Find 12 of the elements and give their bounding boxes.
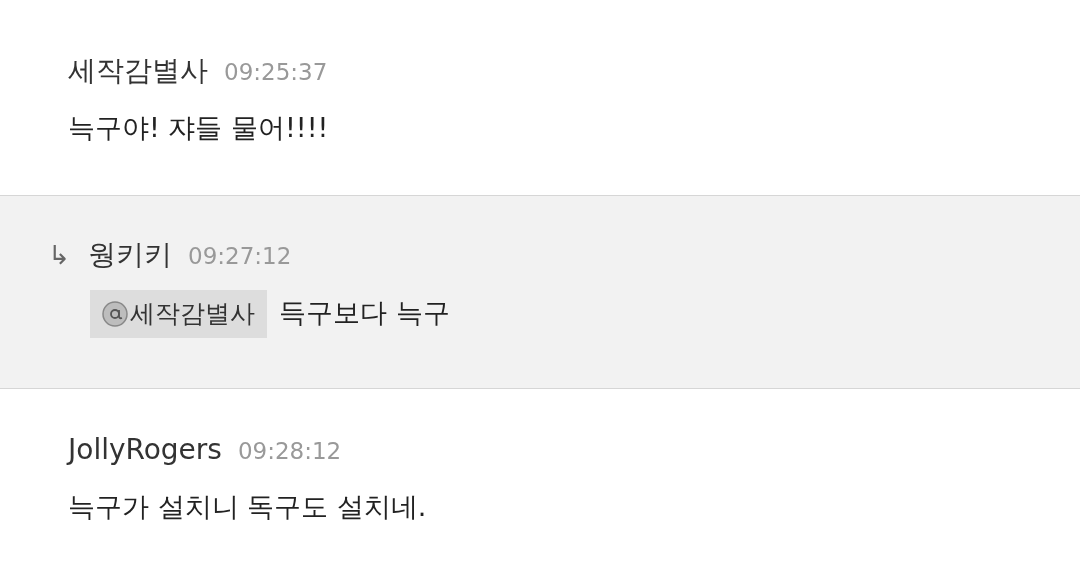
message-text: 늑구야! 쟈들 물어!!!! [68,111,329,145]
author-name: JollyRogers [68,431,222,468]
at-sign-icon [102,300,128,327]
mention-tag[interactable]: 세작감별사 [90,289,267,338]
message-text: 늑구가 설치니 독구도 설치네. [68,489,427,524]
author-name: 세작감별사 [68,53,208,89]
message-text: 득구보다 늑구 [279,296,450,331]
message-time: 09:25:37 [224,58,328,87]
message-time: 09:28:12 [237,436,342,466]
author-name: 웡키키 [88,236,172,273]
reply-arrow: ↳ [48,238,71,272]
message-time: 09:27:12 [188,241,292,271]
